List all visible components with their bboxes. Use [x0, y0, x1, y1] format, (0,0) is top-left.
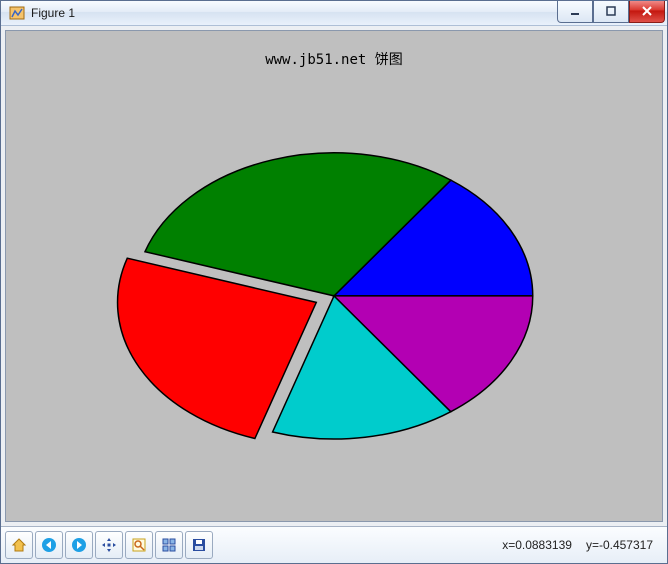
coord-sep: [574, 538, 584, 552]
arrow-left-icon: [41, 537, 57, 553]
zoom-icon: [131, 537, 147, 553]
canvas-frame: www.jb51.net 饼图: [5, 30, 663, 522]
subplots-icon: [161, 537, 177, 553]
forward-button[interactable]: [65, 531, 93, 559]
cursor-x: x=0.0883139: [502, 538, 572, 552]
pan-icon: [101, 537, 117, 553]
save-button[interactable]: [185, 531, 213, 559]
toolbar: x=0.0883139 y=-0.457317: [1, 526, 667, 563]
arrow-right-icon: [71, 537, 87, 553]
pie-chart: [16, 41, 652, 511]
subplots-button[interactable]: [155, 531, 183, 559]
close-button[interactable]: [629, 1, 665, 23]
figure-canvas[interactable]: www.jb51.net 饼图: [16, 41, 652, 511]
save-icon: [191, 537, 207, 553]
titlebar[interactable]: Figure 1: [1, 1, 667, 26]
cursor-y: y=-0.457317: [586, 538, 653, 552]
chart-title: www.jb51.net 饼图: [16, 49, 652, 69]
home-icon: [11, 537, 27, 553]
window-title: Figure 1: [31, 6, 75, 20]
back-button[interactable]: [35, 531, 63, 559]
minimize-button[interactable]: [557, 1, 593, 23]
app-icon: [9, 5, 25, 21]
client-area: www.jb51.net 饼图: [1, 26, 667, 563]
maximize-button[interactable]: [593, 1, 629, 23]
zoom-button[interactable]: [125, 531, 153, 559]
pan-button[interactable]: [95, 531, 123, 559]
figure-window: Figure 1 www.jb51.net 饼图: [0, 0, 668, 564]
home-button[interactable]: [5, 531, 33, 559]
window-buttons: [557, 1, 665, 23]
